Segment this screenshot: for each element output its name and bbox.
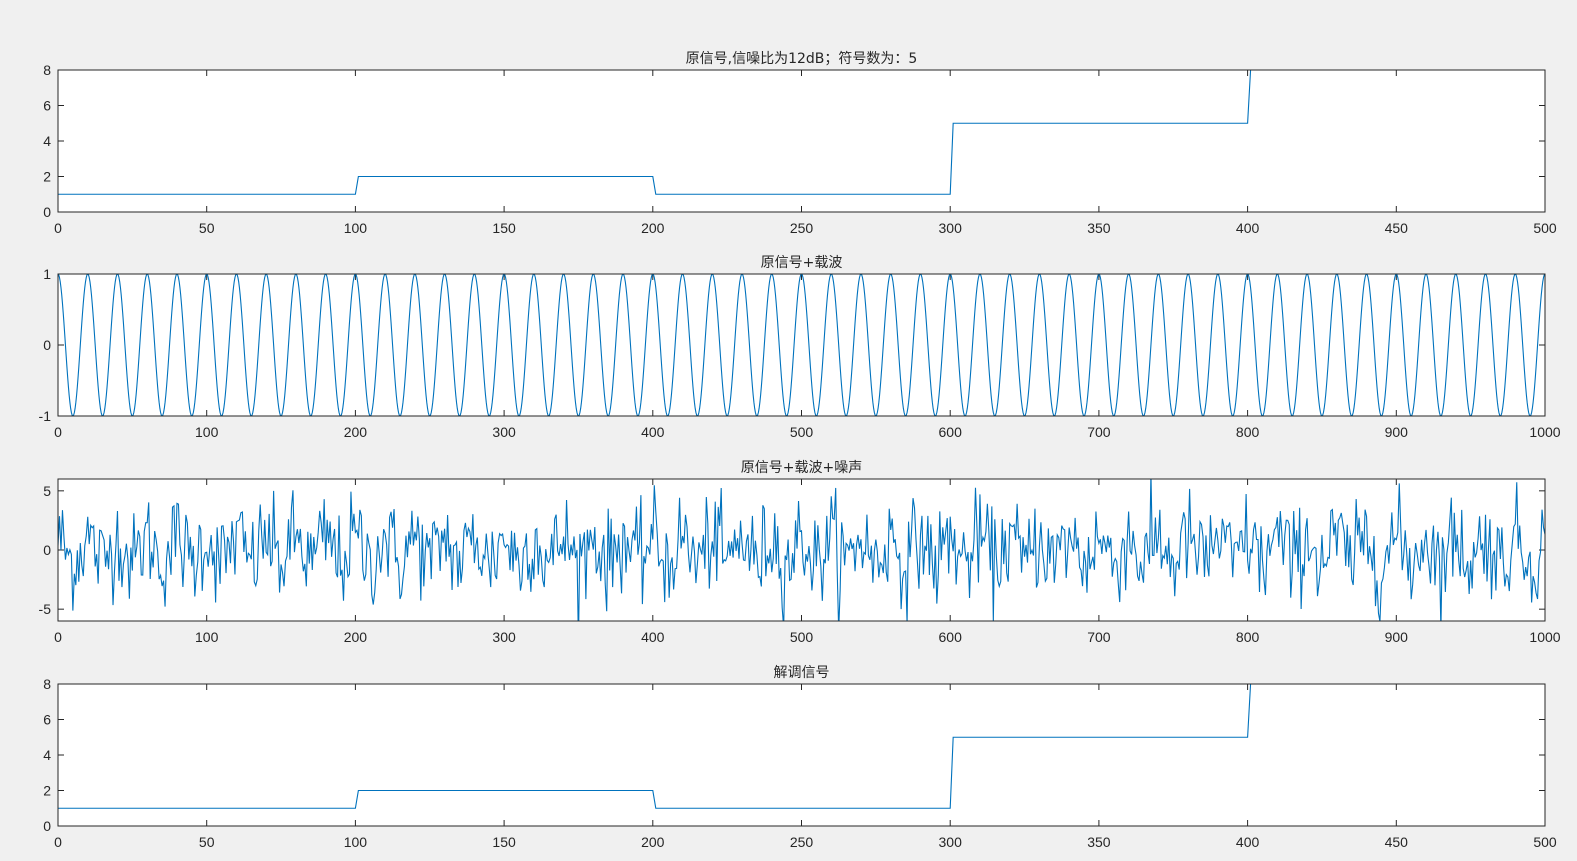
- axes-background: [58, 479, 1545, 621]
- y-tick-label: 1: [43, 266, 51, 282]
- y-tick-label: 2: [43, 783, 51, 799]
- x-tick-label: 350: [1087, 834, 1111, 850]
- x-tick-label: 450: [1385, 220, 1409, 236]
- x-tick-label: 700: [1087, 629, 1111, 645]
- subplot-title: 原信号+载波+噪声: [741, 460, 862, 476]
- x-tick-label: 250: [790, 220, 814, 236]
- x-tick-label: 200: [641, 220, 665, 236]
- subplot-signal-carrier-noise: 原信号+载波+噪声 0 100 200 300 400 500 600 700 800 900 10…: [39, 460, 1561, 645]
- y-tick-label: -1: [39, 408, 52, 424]
- x-tick-label: 0: [54, 629, 62, 645]
- axes-background: [58, 274, 1545, 416]
- x-tick-label: 1000: [1529, 424, 1560, 440]
- subplot-original-signal: 原信号,信噪比为12dB；符号数为：5 0 50 100 150 200 250 300 35…: [43, 51, 1557, 236]
- y-tick-label: 0: [43, 204, 51, 220]
- x-tick-label: 500: [790, 424, 814, 440]
- axes-background: [58, 684, 1545, 826]
- x-tick-label: 500: [790, 629, 814, 645]
- x-tick-label: 0: [54, 834, 62, 850]
- subplot-title: 原信号+载波: [761, 255, 843, 271]
- x-tick-label: 100: [344, 834, 368, 850]
- x-tick-label: 100: [195, 629, 219, 645]
- y-tick-label: 6: [43, 712, 51, 728]
- x-tick-label: 400: [641, 424, 665, 440]
- x-tick-label: 450: [1385, 834, 1409, 850]
- x-tick-label: 1000: [1529, 629, 1560, 645]
- y-tick-label: 0: [43, 818, 51, 834]
- x-tick-label: 0: [54, 424, 62, 440]
- x-tick-label: 500: [1533, 834, 1557, 850]
- x-tick-label: 500: [1533, 220, 1557, 236]
- x-tick-label: 50: [199, 220, 215, 236]
- y-tick-label: 8: [43, 62, 51, 78]
- x-tick-label: 900: [1385, 629, 1409, 645]
- x-tick-label: 400: [1236, 834, 1260, 850]
- y-tick-label: 4: [43, 747, 51, 763]
- y-tick-label: -5: [39, 601, 52, 617]
- x-tick-label: 400: [1236, 220, 1260, 236]
- x-tick-label: 900: [1385, 424, 1409, 440]
- x-tick-label: 600: [939, 629, 963, 645]
- y-tick-label: 0: [43, 542, 51, 558]
- subplot-demodulated-signal: 解调信号 0 50 100 150 200 250 300 350 400 450 500 0 2 4 6 8: [43, 665, 1557, 850]
- x-tick-label: 100: [344, 220, 368, 236]
- y-tick-label: 5: [43, 483, 51, 499]
- x-tick-label: 300: [492, 424, 516, 440]
- axes-background: [58, 70, 1545, 212]
- x-tick-label: 400: [641, 629, 665, 645]
- y-tick-label: 2: [43, 169, 51, 185]
- x-tick-label: 600: [939, 424, 963, 440]
- x-tick-label: 100: [195, 424, 219, 440]
- x-tick-label: 50: [199, 834, 215, 850]
- x-tick-label: 200: [641, 834, 665, 850]
- x-tick-label: 800: [1236, 629, 1260, 645]
- x-tick-label: 300: [492, 629, 516, 645]
- x-tick-label: 200: [344, 424, 368, 440]
- x-tick-label: 0: [54, 220, 62, 236]
- figure: 原信号,信噪比为12dB；符号数为：5 0 50 100 150 200 250 300 35…: [0, 0, 1577, 861]
- subplot-title: 解调信号: [774, 665, 830, 681]
- x-tick-label: 700: [1087, 424, 1111, 440]
- y-tick-label: 4: [43, 133, 51, 149]
- x-tick-label: 250: [790, 834, 814, 850]
- subplot-signal-with-carrier: 原信号+载波 0 100 200 300 400 500 600 700 800 900 1000 -…: [39, 255, 1561, 440]
- x-tick-label: 200: [344, 629, 368, 645]
- x-tick-label: 150: [492, 220, 516, 236]
- x-tick-label: 800: [1236, 424, 1260, 440]
- y-tick-label: 8: [43, 676, 51, 692]
- x-tick-label: 150: [492, 834, 516, 850]
- y-tick-label: 0: [43, 337, 51, 353]
- x-tick-label: 300: [939, 220, 963, 236]
- x-tick-label: 350: [1087, 220, 1111, 236]
- subplot-title: 原信号,信噪比为12dB；符号数为：5: [686, 51, 918, 67]
- y-tick-label: 6: [43, 98, 51, 114]
- x-tick-label: 300: [939, 834, 963, 850]
